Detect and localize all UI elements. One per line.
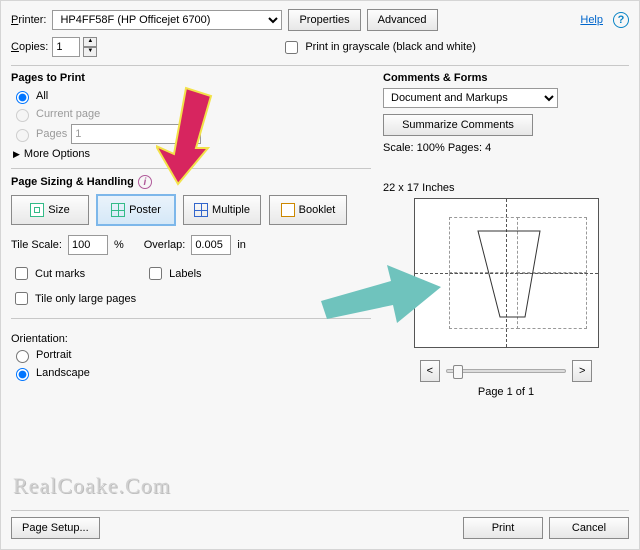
print-button[interactable]: Print <box>463 517 543 539</box>
comments-select[interactable]: Document and Markups <box>383 88 558 108</box>
copies-row: Copies: ▲ ▼ Print in grayscale (black an… <box>11 37 629 57</box>
watermark: RealCoake.Com <box>13 473 171 499</box>
comments-title: Comments & Forms <box>383 72 629 84</box>
preview-dims: 22 x 17 Inches <box>383 182 629 194</box>
chevron-right-icon: ▶ <box>13 149 20 160</box>
cut-marks-checkbox[interactable]: Cut marks <box>11 264 85 283</box>
radio-pages[interactable]: Pages <box>11 124 371 144</box>
radio-current[interactable]: Current page <box>11 106 371 122</box>
grayscale-label: Print in grayscale (black and white) <box>305 41 476 53</box>
more-options[interactable]: ▶ More Options <box>13 148 371 160</box>
tile-large-checkbox[interactable]: Tile only large pages <box>11 289 371 308</box>
advanced-button[interactable]: Advanced <box>367 9 438 31</box>
help-link[interactable]: Help <box>580 14 603 26</box>
properties-button[interactable]: Properties <box>288 9 360 31</box>
copies-label: Copies: <box>11 41 48 53</box>
pager-prev-button[interactable]: < <box>420 360 440 382</box>
print-dialog: Printer: HP4FF58F (HP Officejet 6700) Pr… <box>0 0 640 550</box>
booklet-button[interactable]: Booklet <box>269 195 347 225</box>
spinner-up-icon[interactable]: ▲ <box>83 37 97 47</box>
page-setup-button[interactable]: Page Setup... <box>11 517 100 539</box>
cancel-button[interactable]: Cancel <box>549 517 629 539</box>
divider <box>11 168 371 169</box>
right-column: Comments & Forms Document and Markups Su… <box>383 72 629 398</box>
size-icon <box>30 203 44 217</box>
tile-scale-row: Tile Scale: % Overlap: in <box>11 235 371 255</box>
page-sizing-title: Page Sizing & Handling i <box>11 175 371 189</box>
page-indicator: Page 1 of 1 <box>383 386 629 398</box>
grayscale-box[interactable] <box>285 41 298 54</box>
preview-pager: < > <box>383 360 629 382</box>
divider <box>11 318 371 319</box>
info-icon[interactable]: i <box>138 175 152 189</box>
radio-all[interactable]: All <box>11 88 371 104</box>
booklet-icon <box>281 203 295 217</box>
help-icon[interactable]: ? <box>613 12 629 28</box>
pager-next-button[interactable]: > <box>572 360 592 382</box>
left-column: Pages to Print All Current page Pages ▶ … <box>11 72 371 398</box>
scale-info: Scale: 100% Pages: 4 <box>383 142 629 154</box>
labels-checkbox[interactable]: Labels <box>145 264 201 283</box>
orientation-section: Orientation: Portrait Landscape <box>11 333 371 381</box>
spinner-down-icon[interactable]: ▼ <box>83 47 97 57</box>
copies-input[interactable] <box>52 37 80 57</box>
orientation-title: Orientation: <box>11 333 371 345</box>
sizing-segmented: Size Poster Multiple Booklet <box>11 195 371 225</box>
tile-scale-input[interactable] <box>68 235 108 255</box>
printer-select[interactable]: HP4FF58F (HP Officejet 6700) <box>52 10 282 30</box>
dialog-footer: Page Setup... Print Cancel <box>11 510 629 539</box>
radio-landscape[interactable]: Landscape <box>11 365 371 381</box>
size-button[interactable]: Size <box>11 195 89 225</box>
copies-spinner[interactable]: ▲ ▼ <box>83 37 97 57</box>
poster-icon <box>111 203 125 217</box>
pages-input <box>71 124 201 144</box>
slider-thumb[interactable] <box>453 365 463 379</box>
grayscale-checkbox[interactable]: Print in grayscale (black and white) <box>281 38 476 57</box>
printer-row: Printer: HP4FF58F (HP Officejet 6700) Pr… <box>11 9 629 31</box>
poster-button[interactable]: Poster <box>97 195 175 225</box>
divider <box>11 65 629 66</box>
preview-slider[interactable] <box>446 369 566 373</box>
multiple-icon <box>194 203 208 217</box>
radio-portrait[interactable]: Portrait <box>11 347 371 363</box>
pages-to-print-title: Pages to Print <box>11 72 371 84</box>
print-preview <box>414 198 599 348</box>
printer-label: Printer: <box>11 14 46 26</box>
preview-content <box>470 227 548 321</box>
overlap-input[interactable] <box>191 235 231 255</box>
summarize-button[interactable]: Summarize Comments <box>383 114 533 136</box>
multiple-button[interactable]: Multiple <box>183 195 261 225</box>
